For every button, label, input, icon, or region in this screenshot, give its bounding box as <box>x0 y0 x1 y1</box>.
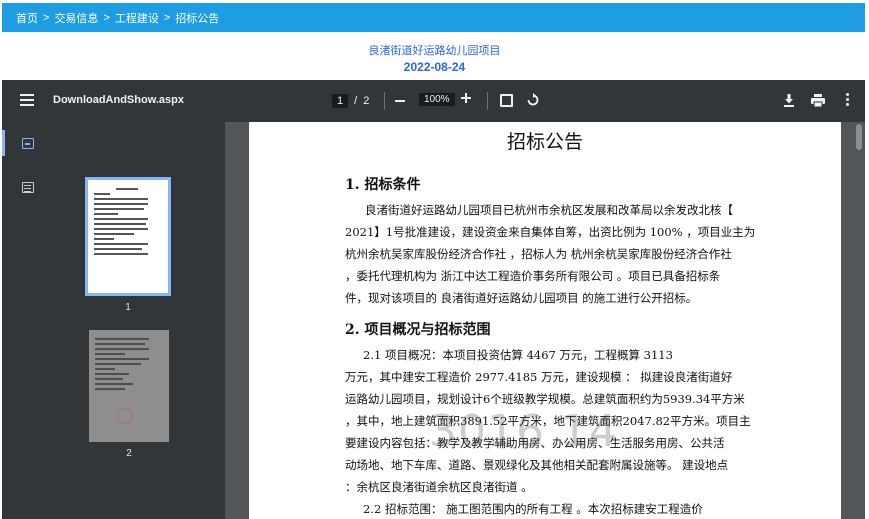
body-line: 2021】1号批准建设，建设资金来自集体自筹，出资比例为 100% ，项目业主为 <box>345 225 756 239</box>
body-line: 2.2 招标范围： 施工图范围内的所有工程 。本次招标建安工程造价 <box>363 502 703 516</box>
pdf-viewer: DownloadAndShow.aspx 1 / 2 100% 1 2 招标公告… <box>2 80 865 519</box>
zoom-out-icon[interactable] <box>395 100 405 102</box>
seal-stamp <box>117 408 133 424</box>
zoom-input[interactable]: 100% <box>419 93 455 106</box>
thumbnail-label: 1 <box>125 302 131 313</box>
thumbnail-label: 2 <box>126 448 132 459</box>
fit-to-page-icon[interactable] <box>500 94 513 107</box>
breadcrumb-separator: > <box>103 11 110 24</box>
body-line: 2.1 项目概况：本项目投资估算 4467 万元，工程概算 3113 <box>363 348 673 362</box>
body-line: ：余杭区良渚街道余杭区良渚街道 。 <box>345 480 533 494</box>
page-thumbnail-1[interactable] <box>85 177 171 296</box>
page-thumbnail-2[interactable] <box>89 330 169 442</box>
file-name: DownloadAndShow.aspx <box>53 94 184 106</box>
document-title: 招标公告 <box>506 131 583 153</box>
breadcrumb-construction[interactable]: 工程建设 <box>115 10 159 26</box>
breadcrumb-separator: > <box>163 11 171 24</box>
body-line: 件，现对该项目的 良渚街道好运路幼儿园项目 的施工进行公开招标。 <box>345 291 698 305</box>
body-line: 动场地、地下车库、道路、景观绿化及其他相关配套附属设施等。 建设地点 <box>345 458 729 472</box>
rotate-icon[interactable] <box>526 93 540 107</box>
breadcrumb-home[interactable]: 首页 <box>16 10 38 26</box>
breadcrumb-trading-info[interactable]: 交易信息 <box>54 10 98 26</box>
breadcrumb-tender-notice[interactable]: 招标公告 <box>175 10 219 26</box>
hamburger-menu-icon[interactable] <box>20 94 34 106</box>
section-2-heading: 2. 项目概况与招标范围 <box>345 322 491 338</box>
toolbar-divider <box>487 92 488 110</box>
project-title: 良渚街道好运路幼儿园项目 <box>368 45 501 57</box>
section-1-body: 良渚街道好运路幼儿园项目已杭州市余杭区发展和改革局以余发改北核【 2021】1号… <box>345 199 756 309</box>
page-indicator: 1 / 2 <box>332 94 369 108</box>
page-header: 良渚街道好运路幼儿园项目 2022-08-24 <box>0 44 869 75</box>
sidebar-tabs <box>2 122 52 519</box>
total-pages: 2 <box>363 95 370 107</box>
document-outline-icon[interactable] <box>22 182 34 193</box>
pdf-page: 招标公告 1. 招标条件 良渚街道好运路幼儿园项目已杭州市余杭区发展和改革局以余… <box>249 122 841 519</box>
publish-date: 2022-08-24 <box>403 60 466 74</box>
watermark: 3016 14 <box>429 406 618 457</box>
page-number-input[interactable]: 1 <box>332 94 349 108</box>
body-line: ，委托代理机构为 浙江中达工程造价事务所有限公司 。项目已具备招标条 <box>345 269 721 283</box>
pdf-sidebar: 1 2 <box>2 122 225 519</box>
page-separator: / <box>354 95 358 107</box>
thumbnails-icon[interactable] <box>22 138 34 149</box>
download-icon[interactable] <box>783 94 795 107</box>
print-icon[interactable] <box>811 94 825 107</box>
body-line: 万元，其中建安工程造价 2977.4185 万元，建设规模 ： 拟建设良渚街道好 <box>345 370 733 384</box>
selected-tab-indicator <box>2 130 5 156</box>
toolbar-divider <box>384 92 385 110</box>
body-line: 杭州余杭吴家库股份经济合作社 ，招标人为 杭州余杭吴家库股份经济合作社 <box>345 247 732 261</box>
vertical-scrollbar[interactable] <box>853 122 865 519</box>
pdf-toolbar: DownloadAndShow.aspx 1 / 2 100% <box>2 80 865 122</box>
breadcrumb: 首页 > 交易信息 > 工程建设 > 招标公告 <box>2 3 865 32</box>
section-1-heading: 1. 招标条件 <box>345 177 421 193</box>
more-vert-icon[interactable] <box>846 93 850 107</box>
zoom-in-icon[interactable] <box>461 93 471 103</box>
scrollbar-thumb[interactable] <box>856 124 862 150</box>
breadcrumb-separator: > <box>43 11 50 24</box>
body-line: 良渚街道好运路幼儿园项目已杭州市余杭区发展和改革局以余发改北核【 <box>365 203 733 217</box>
